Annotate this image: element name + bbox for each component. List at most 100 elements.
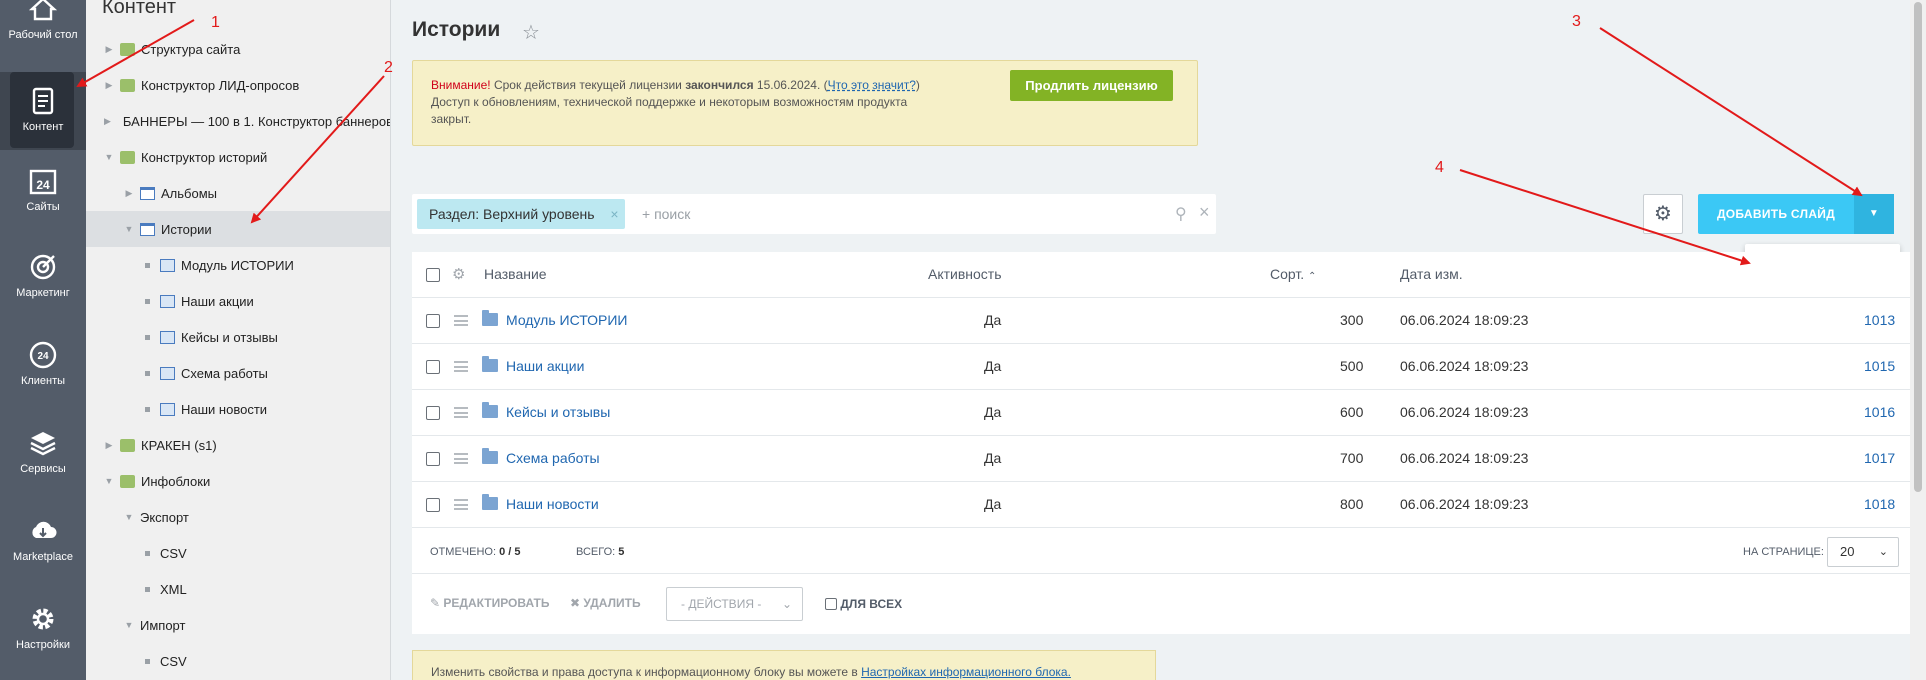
nav-item-marketing[interactable]: Маркетинг — [0, 252, 86, 312]
nav-label: Marketplace — [13, 551, 73, 563]
nav-item-settings[interactable]: Настройки — [0, 604, 86, 664]
collapse-arrow-icon[interactable]: ▼ — [104, 152, 114, 162]
nav-item-desktop[interactable]: Рабочий стол — [0, 0, 86, 62]
folder-icon — [482, 402, 498, 418]
edit-action-button[interactable]: ✎ РЕДАКТИРОВАТЬ — [430, 596, 549, 610]
row-id-link[interactable]: 1018 — [1864, 496, 1895, 512]
column-active[interactable]: Активность — [928, 266, 1002, 282]
nav-item-content[interactable]: Контент — [0, 72, 86, 150]
sort-asc-icon: ⌃ — [1308, 271, 1317, 282]
table-row[interactable]: Наши новости Да 800 06.06.2024 18:09:23 … — [412, 482, 1914, 528]
expand-arrow-icon[interactable]: ▶ — [124, 188, 134, 199]
filter-chip-section[interactable]: Раздел: Верхний уровень × — [417, 199, 625, 229]
row-checkbox[interactable] — [426, 498, 440, 512]
drag-handle-icon[interactable] — [454, 499, 468, 510]
row-checkbox[interactable] — [426, 360, 440, 374]
table-row[interactable]: Наши акции Да 500 06.06.2024 18:09:23 10… — [412, 344, 1914, 390]
folder-icon — [482, 494, 498, 510]
row-id-link[interactable]: 1017 — [1864, 450, 1895, 466]
tree-item-export[interactable]: ▼ Экспорт — [86, 499, 390, 535]
column-sort[interactable]: Сорт. ⌃ — [1270, 266, 1316, 282]
license-notice: Внимание! Срок действия текущей лицензии… — [412, 60, 1198, 146]
row-id-link[interactable]: 1013 — [1864, 312, 1895, 328]
row-name-link[interactable]: Модуль ИСТОРИИ — [506, 312, 628, 328]
nav-item-sites[interactable]: 24 Сайты — [0, 166, 86, 226]
folder-icon — [160, 294, 175, 308]
row-id-link[interactable]: 1016 — [1864, 404, 1895, 420]
row-name-link[interactable]: Наши новости — [506, 496, 599, 512]
expand-arrow-icon[interactable]: ▶ — [104, 44, 114, 55]
row-checkbox[interactable] — [426, 406, 440, 420]
drag-handle-icon[interactable] — [454, 453, 468, 464]
column-settings-icon[interactable]: ⚙ — [452, 265, 465, 283]
add-slide-button[interactable]: ДОБАВИТЬ СЛАЙД — [1698, 194, 1854, 234]
collapse-arrow-icon[interactable]: ▼ — [124, 224, 134, 234]
tree-item-stories-constructor[interactable]: ▼ Конструктор историй — [86, 139, 390, 175]
row-sort: 500 — [1340, 358, 1364, 374]
tree-item-module-stories[interactable]: Модуль ИСТОРИИ — [86, 247, 390, 283]
table-row[interactable]: Кейсы и отзывы Да 600 06.06.2024 18:09:2… — [412, 390, 1914, 436]
grid-settings-button[interactable]: ⚙ — [1643, 194, 1683, 234]
tree-item-stories[interactable]: ▼ Истории — [86, 211, 390, 247]
expand-arrow-icon[interactable]: ▶ — [104, 80, 114, 91]
nav-item-clients[interactable]: 24 Клиенты — [0, 340, 86, 400]
row-name-link[interactable]: Наши акции — [506, 358, 584, 374]
home-icon — [28, 0, 58, 21]
drag-handle-icon[interactable] — [454, 361, 468, 372]
tree-item-import[interactable]: ▼ Импорт — [86, 607, 390, 643]
for-all-checkbox[interactable] — [825, 598, 837, 610]
nav-item-marketplace[interactable]: Marketplace — [0, 516, 86, 576]
tree-item-export-csv[interactable]: CSV — [86, 535, 390, 571]
remove-chip-icon[interactable]: × — [610, 199, 618, 229]
page-scrollbar[interactable] — [1910, 0, 1926, 680]
row-checkbox[interactable] — [426, 314, 440, 328]
clear-icon[interactable]: × — [1199, 202, 1210, 223]
add-dropdown-toggle[interactable]: ▼ — [1854, 194, 1894, 234]
tree-item-import-csv[interactable]: CSV — [86, 643, 390, 679]
row-id-link[interactable]: 1015 — [1864, 358, 1895, 374]
select-all-checkbox[interactable] — [426, 268, 440, 282]
tree-item-news[interactable]: Наши новости — [86, 391, 390, 427]
drag-handle-icon[interactable] — [454, 407, 468, 418]
tree-item-scheme[interactable]: Схема работы — [86, 355, 390, 391]
column-name[interactable]: Название — [484, 266, 547, 282]
collapse-arrow-icon[interactable]: ▼ — [124, 620, 134, 630]
nav-item-services[interactable]: Сервисы — [0, 428, 86, 488]
delete-action-button[interactable]: ✖ УДАЛИТЬ — [570, 596, 641, 610]
tree-item-lead-forms[interactable]: ▶ Конструктор ЛИД-опросов — [86, 67, 390, 103]
search-input[interactable]: + поиск — [642, 206, 690, 222]
table-row[interactable]: Схема работы Да 700 06.06.2024 18:09:23 … — [412, 436, 1914, 482]
tree-item-export-xml[interactable]: XML — [86, 571, 390, 607]
filter-search-bar[interactable]: Раздел: Верхний уровень × + поиск ⚲ × — [412, 194, 1216, 234]
tree-item-kraken[interactable]: ▶ КРАКЕН (s1) — [86, 427, 390, 463]
list-icon — [140, 222, 155, 236]
row-sort: 300 — [1340, 312, 1364, 328]
scrollbar-thumb[interactable] — [1914, 2, 1922, 492]
per-page-select[interactable]: 20 ⌄ — [1827, 537, 1899, 567]
renew-license-button[interactable]: Продлить лицензию — [1010, 70, 1173, 101]
tree-item-infoblocks[interactable]: ▼ Инфоблоки — [86, 463, 390, 499]
row-checkbox[interactable] — [426, 452, 440, 466]
tree-item-albums[interactable]: ▶ Альбомы — [86, 175, 390, 211]
column-date[interactable]: Дата изм. — [1400, 266, 1463, 282]
tree-item-site-structure[interactable]: ▶ Структура сайта — [86, 31, 390, 67]
add-slide-button-group: ДОБАВИТЬ СЛАЙД ▼ — [1698, 194, 1894, 234]
expand-arrow-icon[interactable]: ▶ — [104, 116, 111, 127]
tree-item-cases[interactable]: Кейсы и отзывы — [86, 319, 390, 355]
tree-item-promos[interactable]: Наши акции — [86, 283, 390, 319]
iblock-settings-link[interactable]: Настройках информационного блока. — [861, 665, 1071, 679]
annotation-number: 2 — [384, 59, 393, 76]
search-icon[interactable]: ⚲ — [1175, 204, 1187, 224]
table-row[interactable]: Модуль ИСТОРИИ Да 300 06.06.2024 18:09:2… — [412, 298, 1914, 344]
star-icon[interactable]: ☆ — [522, 20, 540, 45]
row-name-link[interactable]: Кейсы и отзывы — [506, 404, 610, 420]
what-does-it-mean-link[interactable]: Что это значит? — [828, 78, 916, 92]
tree-item-banners[interactable]: ▶ БАННЕРЫ — 100 в 1. Конструктор баннеро… — [86, 103, 390, 139]
collapse-arrow-icon[interactable]: ▼ — [124, 512, 134, 522]
for-all-toggle[interactable]: ДЛЯ ВСЕХ — [825, 596, 902, 611]
drag-handle-icon[interactable] — [454, 315, 468, 326]
expand-arrow-icon[interactable]: ▶ — [104, 440, 114, 451]
row-name-link[interactable]: Схема работы — [506, 450, 600, 466]
collapse-arrow-icon[interactable]: ▼ — [104, 476, 114, 486]
actions-select[interactable]: - ДЕЙСТВИЯ - ⌄ — [666, 587, 803, 621]
